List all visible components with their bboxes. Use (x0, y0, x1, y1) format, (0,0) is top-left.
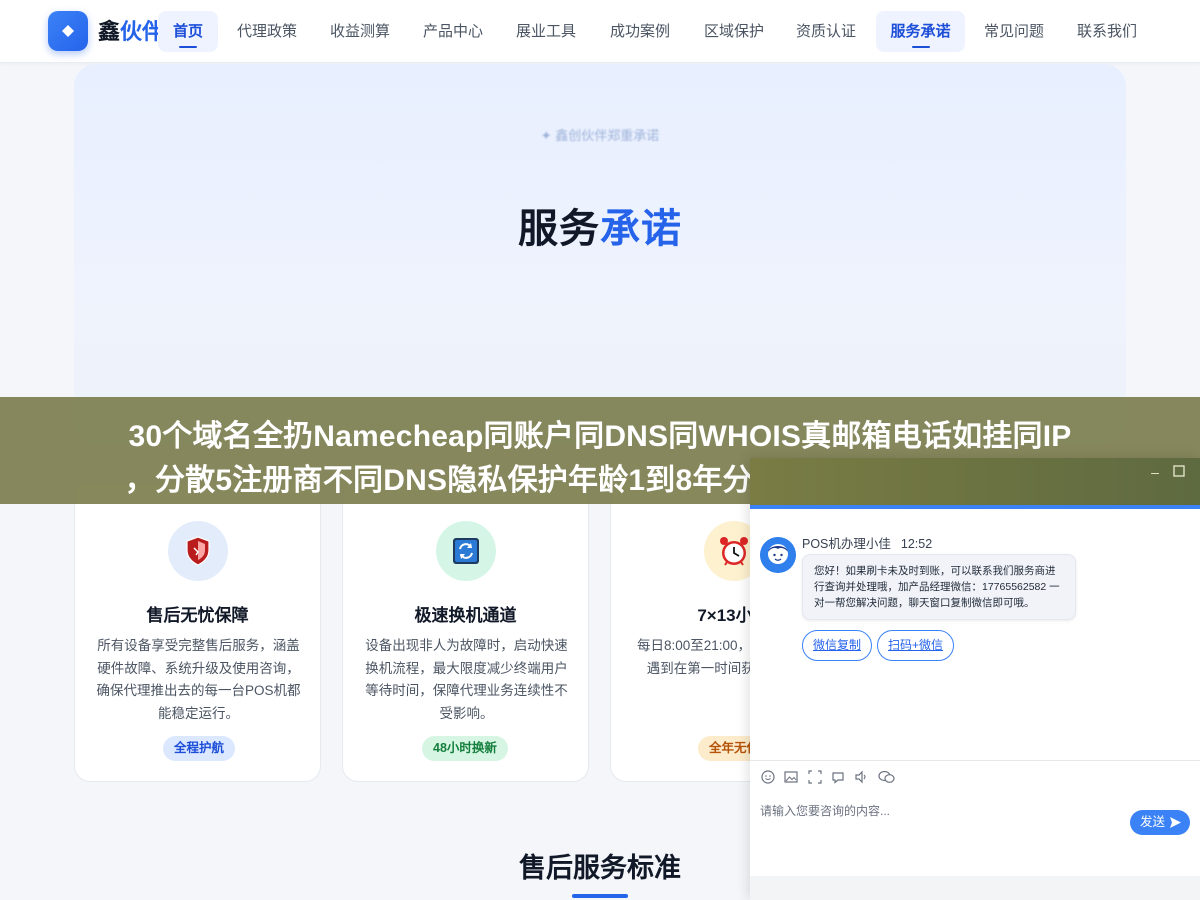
hero-title: 服务承诺 (0, 196, 1200, 254)
minimize-icon[interactable]: – (1148, 465, 1162, 479)
logo-text-part-a: 鑫 (98, 19, 121, 44)
chat-header: – (750, 458, 1200, 506)
card-icon-circle (436, 521, 496, 581)
send-arrow-icon (1170, 817, 1181, 828)
logo-text[interactable]: 鑫伙伴 (98, 19, 164, 45)
nav-item-tools[interactable]: 展业工具 (507, 11, 585, 52)
nav-item-income-calc[interactable]: 收益测算 (321, 11, 399, 52)
send-button[interactable]: 发送 (1130, 810, 1190, 835)
card-title: 极速换机通道 (414, 606, 517, 625)
chat-divider (750, 760, 1200, 761)
emoji-icon[interactable] (760, 770, 776, 786)
chat-message-input[interactable] (760, 800, 1120, 822)
promise-card-fast-swap: 极速换机通道 设备出现非人为故障时，启动快速换机流程，最大限度减少终端用户等待时… (342, 482, 589, 782)
send-button-label: 发送 (1140, 815, 1166, 829)
swap-icon (453, 538, 479, 564)
maximize-icon[interactable] (1172, 465, 1186, 479)
agent-avatar-icon (760, 537, 796, 573)
nav-item-qualification[interactable]: 资质认证 (787, 11, 865, 52)
shield-icon (186, 536, 210, 566)
voice-icon[interactable] (853, 770, 869, 786)
copy-wechat-button[interactable]: 微信复制 (802, 630, 873, 661)
banner-line-1: 30个域名全扔Namecheap同账户同DNS同WHOIS真邮箱电话如挂同IP (128, 420, 1072, 453)
card-description: 所有设备享受完整售后服务，涵盖硬件故障、系统升级及使用咨询，确保代理推出去的每一… (96, 638, 301, 721)
evaluate-icon[interactable] (830, 770, 846, 786)
promise-card-after-sales: 售后无忧保障 所有设备享受完整售后服务，涵盖硬件故障、系统升级及使用咨询，确保代… (74, 482, 321, 782)
nav-item-products[interactable]: 产品中心 (414, 11, 492, 52)
nav-item-cases[interactable]: 成功案例 (601, 11, 679, 52)
hero-title-part-a: 服务 (518, 207, 600, 251)
chat-widget: – POS机办理小佳 12:52 您好！如果刷卡未及时到账，可以联系我们服务商进行… (750, 458, 1200, 900)
nav-item-region[interactable]: 区域保护 (695, 11, 773, 52)
chat-footer (750, 876, 1200, 900)
nav-item-service-promise[interactable]: 服务承诺 (876, 11, 965, 52)
hero-section (74, 64, 1126, 444)
nav-item-agent-policy[interactable]: 代理政策 (228, 11, 306, 52)
section-title-underline (572, 894, 628, 898)
message-bubble: 您好！如果刷卡未及时到账，可以联系我们服务商进行查询并处理哦，加产品经理微信：1… (802, 554, 1076, 620)
logo-icon[interactable] (48, 11, 88, 51)
card-tag: 48小时换新 (422, 736, 508, 761)
nav-item-contact[interactable]: 联系我们 (1068, 11, 1146, 52)
agent-name-text: POS机办理小佳 (802, 537, 891, 551)
diamond-icon (62, 25, 74, 37)
agent-name: POS机办理小佳 12:52 (802, 533, 932, 552)
card-tag: 全程护航 (163, 736, 236, 761)
card-title: 售后无忧保障 (146, 606, 249, 625)
hero-title-part-b: 承诺 (600, 207, 682, 251)
hero-badge: ✦ 鑫创伙伴郑重承诺 (540, 128, 660, 143)
card-icon-circle (168, 521, 228, 581)
chat-messages[interactable]: POS机办理小佳 12:52 您好！如果刷卡未及时到账，可以联系我们服务商进行查询… (750, 509, 1200, 759)
screenshot-icon[interactable] (807, 770, 823, 786)
hero-subtitle-blurred-2 (340, 290, 860, 308)
nav-item-home[interactable]: 首页 (158, 11, 218, 52)
alarm-clock-icon (720, 537, 748, 566)
scan-wechat-button[interactable]: 扫码+微信 (877, 630, 955, 661)
hero-subtitle-blurred (300, 258, 900, 276)
top-navbar: 鑫伙伴 首页 代理政策 收益测算 产品中心 展业工具 成功案例 区域保护 资质认… (0, 0, 1200, 63)
image-icon[interactable] (783, 770, 799, 786)
nav-item-faq[interactable]: 常见问题 (975, 11, 1053, 52)
agent-avatar (760, 537, 796, 573)
wechat-icon[interactable] (877, 770, 895, 786)
card-description: 设备出现非人为故障时，启动快速换机流程，最大限度减少终端用户等待时间，保障代理业… (365, 638, 568, 721)
message-time: 12:52 (900, 537, 933, 551)
